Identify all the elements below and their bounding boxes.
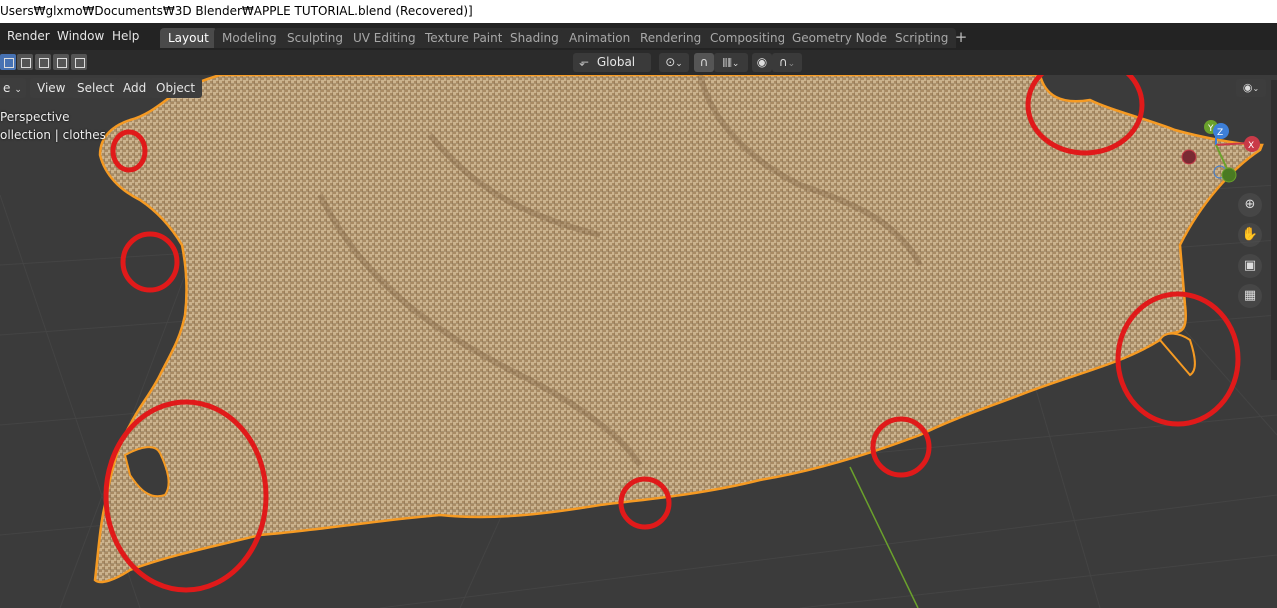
select-extend-icon[interactable] [17,54,33,70]
visibility-toggle[interactable]: ◉⌄ [1236,79,1266,97]
tab-compositing[interactable]: Compositing [702,28,794,48]
sidebar-edge[interactable] [1271,80,1277,380]
tab-rendering[interactable]: Rendering [632,28,710,48]
select-new-icon[interactable] [0,54,16,70]
viewport-canvas[interactable]: Y Z X [0,75,1277,608]
top-menu-bar: Render Window Help Layout Modeling Sculp… [0,23,1277,50]
select-menu[interactable]: Select [70,78,122,98]
orientation-icon: ⬐ [579,55,590,69]
annotation-circle [120,231,180,293]
gizmo-z-label: Z [1217,128,1223,138]
proportional-edit-toggle[interactable]: ◉ [752,53,772,72]
transform-orientation-dropdown[interactable]: ⬐ Global ⌄ [573,53,651,88]
hand-icon: ✋ [1241,227,1259,242]
eye-icon: ◉ [1242,81,1253,94]
gizmo-x-label: X [1248,141,1254,151]
tool-header: ⬐ Global ⌄ ⊙⌄ ∩ ⫼⫼⌄ ◉ ∩⌄ [0,50,1277,88]
select-invert-icon[interactable] [53,54,69,70]
add-menu[interactable]: Add [116,78,154,98]
tab-animation[interactable]: Animation [561,28,639,48]
tab-texture-paint[interactable]: Texture Paint [417,28,511,48]
chevron-down-icon: ⌄ [787,59,796,69]
camera-view-button[interactable]: ▣ [1238,254,1262,278]
chevron-down-icon: ⌄ [731,59,740,69]
3d-viewport[interactable]: Y Z X [0,75,1277,608]
mode-label: e [3,81,11,95]
chevron-down-icon: ⌄ [14,85,22,95]
zoom-icon: ⊕ [1244,197,1256,212]
snap-increment-icon: ⫼⫼ [722,58,732,69]
orientation-value: Global [596,55,636,69]
select-intersect-icon[interactable] [71,54,87,70]
pivot-point-dropdown[interactable]: ⊙⌄ [659,53,689,72]
tab-sculpting[interactable]: Sculpting [279,28,352,48]
snap-toggle[interactable]: ∩ [694,53,714,72]
view-name-label: Perspective [0,110,70,124]
menu-help[interactable]: Help [108,27,143,46]
camera-icon: ▣ [1243,258,1257,273]
window-title: Users₩glxmo₩Documents₩3D Blender₩APPLE T… [0,4,473,18]
add-workspace-button[interactable]: + [952,28,970,48]
chevron-down-icon: ⌄ [1252,84,1260,93]
tab-shading[interactable]: Shading [502,28,567,48]
zoom-button[interactable]: ⊕ [1238,193,1262,217]
falloff-dropdown[interactable]: ∩⌄ [772,53,802,72]
y-axis-line [849,466,919,608]
select-subtract-icon[interactable] [35,54,51,70]
pan-button[interactable]: ✋ [1238,223,1262,247]
grid-icon: ▦ [1243,288,1257,303]
collection-label: ollection | clothes [0,128,106,142]
window-title-bar: Users₩glxmo₩Documents₩3D Blender₩APPLE T… [0,0,1277,23]
tab-scripting[interactable]: Scripting [887,28,957,48]
view-menu[interactable]: View [30,78,73,98]
menu-window[interactable]: Window [53,27,108,46]
tab-uv-editing[interactable]: UV Editing [345,28,424,48]
tab-layout[interactable]: Layout [160,28,217,48]
proportional-edit-icon: ◉ [756,55,768,69]
cloth-notch [1158,332,1196,377]
menu-render[interactable]: Render [3,27,54,46]
chevron-down-icon: ⌄ [675,59,683,69]
gizmo-x-negative[interactable] [1181,149,1197,165]
snap-target-dropdown[interactable]: ⫼⫼⌄ [714,53,748,72]
mode-dropdown[interactable]: e ⌄ [0,78,26,98]
tab-modeling[interactable]: Modeling [214,28,285,48]
tab-geometry-nodes[interactable]: Geometry Nodes [784,28,902,48]
gizmo-y-negative[interactable] [1221,167,1237,183]
falloff-curve-icon: ∩ [778,55,788,69]
gizmo-y-label: Y [1207,124,1214,134]
magnet-icon: ∩ [699,55,709,69]
selection-mode-group [0,54,88,72]
object-menu[interactable]: Object [149,78,203,98]
pivot-icon: ⊙ [665,55,676,69]
ortho-toggle-button[interactable]: ▦ [1238,284,1262,308]
